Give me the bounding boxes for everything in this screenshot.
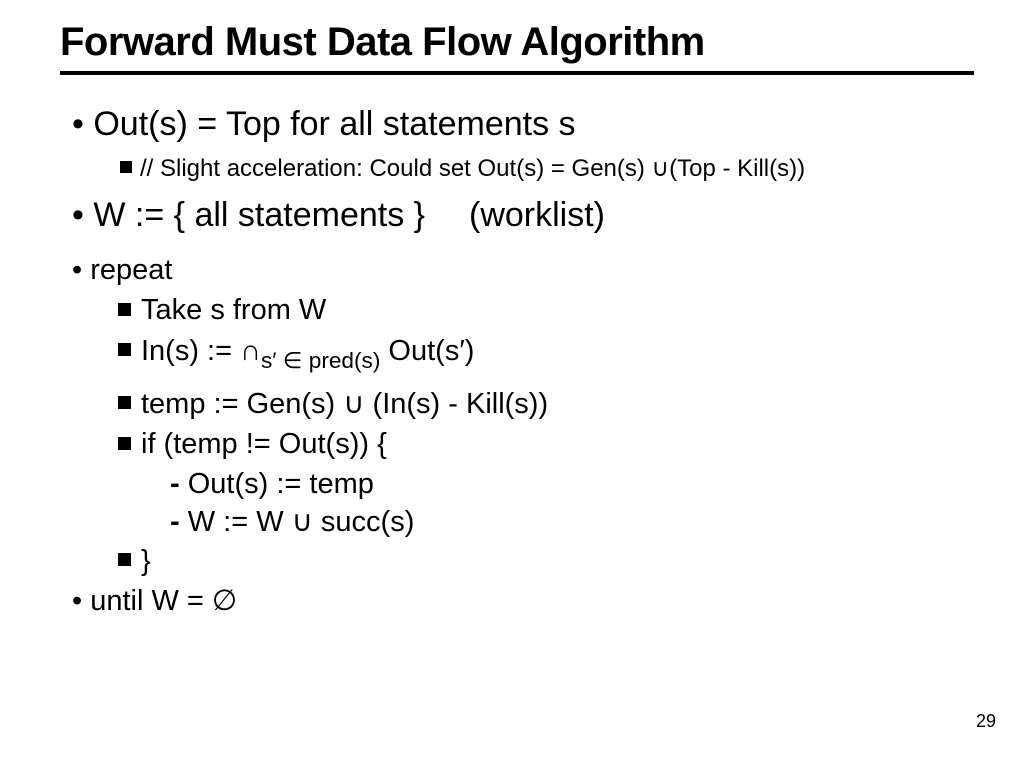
- dash-w-assign: W := W ∪ succ(s): [60, 504, 974, 540]
- page-number: 29: [976, 711, 996, 732]
- square-bullet-icon: [118, 396, 131, 409]
- worklist-label: (worklist): [469, 196, 605, 234]
- bullet-worklist: W := { all statements } (worklist): [60, 194, 974, 237]
- close-brace: }: [141, 545, 151, 577]
- bullet-out-init: Out(s) = Top for all statements s: [60, 103, 974, 146]
- in-pre: In(s) := ∩: [141, 335, 261, 367]
- bullet-repeat: repeat: [60, 252, 974, 288]
- acceleration-text: // Slight acceleration: Could set Out(s)…: [140, 155, 805, 182]
- take-text: Take s from W: [141, 294, 326, 326]
- square-bullet-icon: [120, 161, 132, 173]
- title-underline: [60, 71, 974, 75]
- slide-title: Forward Must Data Flow Algorithm: [60, 20, 974, 65]
- square-bullet-icon: [118, 343, 131, 356]
- square-bullet-icon: [118, 303, 131, 316]
- sub-bullet-if: if (temp != Out(s)) {: [60, 426, 974, 462]
- sub-bullet-take: Take s from W: [60, 292, 974, 328]
- square-bullet-icon: [118, 437, 131, 450]
- slide-body: Out(s) = Top for all statements s // Sli…: [60, 103, 974, 619]
- sub-bullet-in: In(s) := ∩s′ ∈ pred(s) Out(s′): [60, 333, 974, 374]
- in-post: Out(s′): [380, 335, 474, 367]
- in-subscript: s′ ∈ pred(s): [261, 348, 380, 373]
- worklist-def: W := { all statements }: [93, 196, 425, 234]
- temp-text: temp := Gen(s) ∪ (In(s) - Kill(s)): [141, 388, 548, 420]
- square-bullet-icon: [118, 553, 131, 566]
- bullet-until: until W = ∅: [60, 583, 974, 619]
- dash-out-assign: Out(s) := temp: [60, 466, 974, 502]
- if-text: if (temp != Out(s)) {: [141, 428, 387, 460]
- sub-bullet-acceleration: // Slight acceleration: Could set Out(s)…: [60, 154, 974, 184]
- sub-bullet-close: }: [60, 543, 974, 579]
- slide: Forward Must Data Flow Algorithm Out(s) …: [0, 0, 1024, 768]
- sub-bullet-temp: temp := Gen(s) ∪ (In(s) - Kill(s)): [60, 386, 974, 422]
